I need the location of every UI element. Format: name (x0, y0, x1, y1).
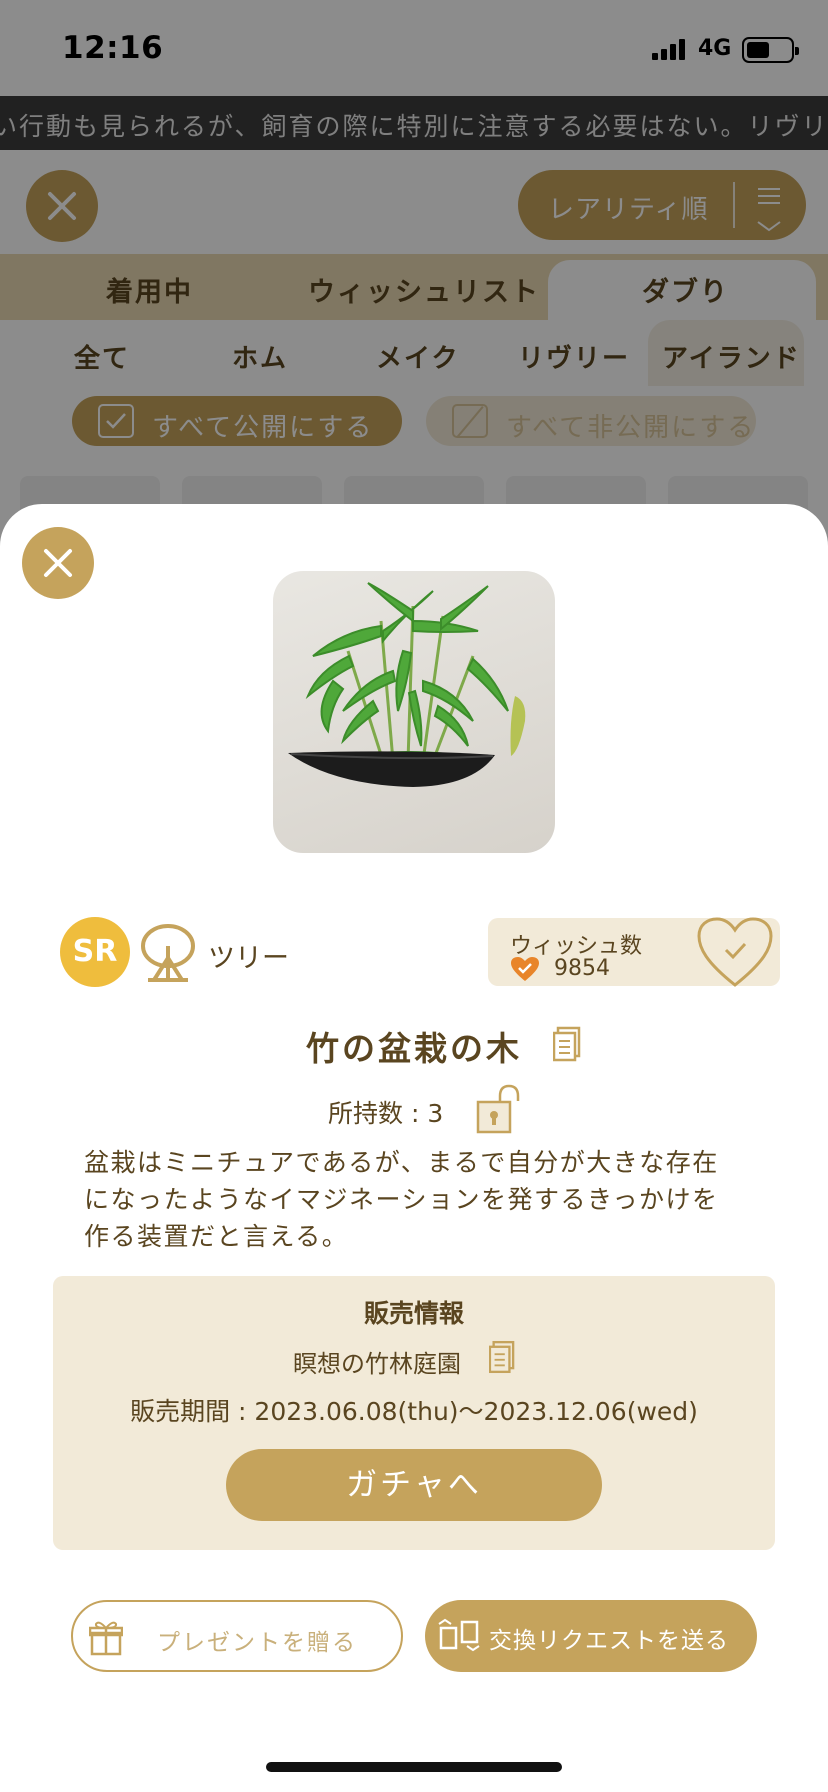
wish-count: 9854 (554, 956, 610, 981)
send-trade-request-label: 交換リクエストを送る (489, 1628, 729, 1654)
item-image (273, 571, 555, 853)
send-trade-request-button[interactable]: 交換リクエストを送る (425, 1600, 757, 1672)
close-icon[interactable] (22, 527, 94, 599)
item-description: 盆栽はミニチュアであるが、まるで自分が大きな存在になったようなイマジネーションを… (84, 1148, 719, 1251)
owned-count: 所持数 : 3 (328, 1099, 444, 1128)
sale-period: 販売期間 : 2023.06.08(thu)〜2023.12.06(wed) (130, 1397, 698, 1426)
sale-info-title: 販売情報 (363, 1299, 464, 1328)
item-type: ツリー (208, 943, 289, 974)
gift-icon (88, 1620, 124, 1656)
item-name: 竹の盆栽の木 (306, 1029, 522, 1068)
sale-info-panel: 販売情報 瞑想の竹林庭園 販売期間 : 2023.06.08(thu)〜2023… (53, 1276, 775, 1550)
copy-icon[interactable] (552, 1026, 581, 1062)
item-detail-sheet: SR ツリー ウィッシュ数 9854 竹の盆栽の木 所持数 : 3 盆栽はミニチ… (0, 504, 828, 1792)
send-gift-button[interactable]: プレゼントを贈る (71, 1600, 403, 1672)
tree-icon (138, 922, 198, 984)
trade-icon (437, 1618, 481, 1652)
heart-icon (510, 956, 540, 982)
send-gift-label: プレゼントを贈る (157, 1630, 357, 1656)
rarity-badge: SR (60, 917, 130, 987)
home-indicator (266, 1762, 562, 1772)
unlock-icon[interactable] (476, 1084, 522, 1134)
copy-icon[interactable] (488, 1340, 515, 1374)
go-to-gacha-button[interactable]: ガチャへ (226, 1449, 602, 1521)
add-wish-heart-icon[interactable] (696, 916, 774, 988)
gacha-name: 瞑想の竹林庭園 (293, 1350, 461, 1378)
